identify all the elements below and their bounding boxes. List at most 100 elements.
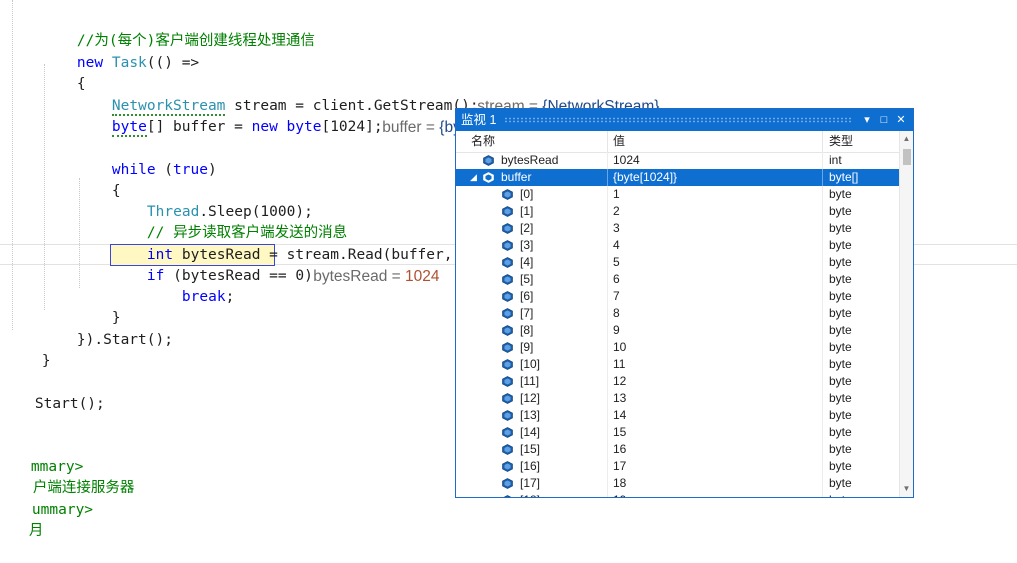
watch-row[interactable]: [8] 9 byte xyxy=(456,322,899,339)
code-line[interactable]: int bytesRead = stream.Read(buffer, 0, b xyxy=(112,224,496,263)
watch-type: byte xyxy=(829,221,852,235)
watch-value[interactable]: 16 xyxy=(613,441,626,458)
code-line[interactable]: } xyxy=(7,330,51,369)
code-line-current[interactable]: if (bytesRead == 0) xyxy=(112,245,313,284)
column-header-value[interactable]: 值 xyxy=(613,131,625,152)
watch-value[interactable]: 17 xyxy=(613,458,626,475)
watch-value[interactable]: 1 xyxy=(613,186,620,203)
watch-type: byte xyxy=(829,425,852,439)
watch-row[interactable]: [18] 19 byte xyxy=(456,492,899,497)
code-line[interactable]: new Task(() => xyxy=(42,32,199,71)
watch-type: byte[] xyxy=(829,170,859,184)
watch-row[interactable]: [6] 7 byte xyxy=(456,288,899,305)
cell-divider xyxy=(822,390,823,407)
watch-value[interactable]: 6 xyxy=(613,271,620,288)
watch-value[interactable]: 10 xyxy=(613,339,626,356)
code-line[interactable]: } xyxy=(77,287,121,326)
scrollbar-thumb[interactable] xyxy=(903,149,911,165)
column-header-name[interactable]: 名称 xyxy=(471,131,495,152)
field-icon xyxy=(483,155,494,166)
maximize-icon[interactable]: □ xyxy=(876,112,892,128)
watch-value[interactable]: 11 xyxy=(613,356,625,373)
code-line[interactable]: ummary> xyxy=(0,479,93,518)
watch-row[interactable]: [16] 17 byte xyxy=(456,458,899,475)
watch-row[interactable]: [17] 18 byte xyxy=(456,475,899,492)
watch-title-bar[interactable]: 监视 1 ▾ □ ✕ xyxy=(456,109,913,131)
datatip-bytesread[interactable]: bytesRead = 1024 xyxy=(296,245,439,285)
code-line[interactable]: { xyxy=(42,53,86,92)
code-line[interactable]: // 异步读取客户端发送的消息 xyxy=(112,202,347,241)
indent-guide xyxy=(12,0,13,330)
watch-name: [12] xyxy=(520,391,541,405)
vertical-scrollbar[interactable]: ▲ ▼ xyxy=(899,131,913,497)
watch-window[interactable]: 监视 1 ▾ □ ✕ 名称 值 类型 bytesRead 1024 int ◢ buff… xyxy=(455,108,914,498)
watch-value[interactable]: 15 xyxy=(613,424,626,441)
watch-row[interactable]: [11] 12 byte xyxy=(456,373,899,390)
code-line[interactable]: { xyxy=(77,160,121,199)
watch-value[interactable]: 19 xyxy=(613,492,626,497)
scroll-up-icon[interactable]: ▲ xyxy=(900,132,913,146)
watch-value[interactable]: {byte[1024]} xyxy=(613,169,677,186)
watch-row[interactable]: [3] 4 byte xyxy=(456,237,899,254)
watch-row[interactable]: [5] 6 byte xyxy=(456,271,899,288)
watch-row[interactable]: [9] 10 byte xyxy=(456,339,899,356)
close-icon[interactable]: ✕ xyxy=(893,112,909,128)
watch-row[interactable]: [10] 11 byte xyxy=(456,356,899,373)
watch-name: [2] xyxy=(520,221,534,235)
watch-type: byte xyxy=(829,289,852,303)
code-line[interactable]: Start(); xyxy=(0,373,105,412)
watch-value[interactable]: 9 xyxy=(613,322,620,339)
field-icon xyxy=(502,206,513,217)
expand-collapse-icon[interactable]: ◢ xyxy=(470,169,477,186)
code-line[interactable]: break; xyxy=(147,266,234,305)
code-line[interactable]: //为(每个)客户端创建线程处理通信 xyxy=(42,10,315,49)
column-divider[interactable] xyxy=(607,131,608,152)
watch-name: [17] xyxy=(520,476,541,490)
code-line[interactable]: NetworkStream stream = client.GetStream(… xyxy=(77,75,479,116)
watch-value[interactable]: 12 xyxy=(613,373,626,390)
watch-value[interactable]: 1024 xyxy=(613,152,640,169)
watch-row[interactable]: [7] 8 byte xyxy=(456,305,899,322)
field-icon xyxy=(502,444,513,455)
watch-value[interactable]: 5 xyxy=(613,254,620,271)
watch-value[interactable]: 14 xyxy=(613,407,626,424)
watch-value[interactable]: 4 xyxy=(613,237,620,254)
cell-divider xyxy=(822,475,823,492)
code-line[interactable]: mmary> xyxy=(0,436,83,475)
code-line[interactable]: while (true) xyxy=(77,139,217,178)
cell-divider xyxy=(822,288,823,305)
watch-row[interactable]: [1] 2 byte xyxy=(456,203,899,220)
datatip-stream[interactable]: stream = {NetworkStream} xyxy=(460,75,659,115)
watch-row[interactable]: [0] 1 byte xyxy=(456,186,899,203)
watch-value[interactable]: 13 xyxy=(613,390,626,407)
watch-row[interactable]: [2] 3 byte xyxy=(456,220,899,237)
watch-row[interactable]: [15] 16 byte xyxy=(456,441,899,458)
watch-value[interactable]: 2 xyxy=(613,203,620,220)
watch-row[interactable]: [4] 5 byte xyxy=(456,254,899,271)
watch-row[interactable]: [13] 14 byte xyxy=(456,407,899,424)
cell-divider xyxy=(822,424,823,441)
watch-row[interactable]: [14] 15 byte xyxy=(456,424,899,441)
code-line[interactable]: byte[] buffer = new byte[1024]; xyxy=(77,96,383,137)
field-icon xyxy=(502,240,513,251)
watch-value[interactable]: 7 xyxy=(613,288,620,305)
watch-value[interactable]: 3 xyxy=(613,220,620,237)
watch-column-header: 名称 值 类型 xyxy=(456,131,899,153)
watch-row[interactable]: ◢ buffer {byte[1024]} byte[] xyxy=(456,169,899,186)
code-line[interactable]: 月 xyxy=(0,500,44,539)
window-position-dropdown-icon[interactable]: ▾ xyxy=(859,112,875,128)
scroll-down-icon[interactable]: ▼ xyxy=(900,482,913,496)
code-line[interactable]: 户端连接服务器 xyxy=(0,457,135,496)
code-text: ( xyxy=(155,162,174,178)
watch-row[interactable]: [12] 13 byte xyxy=(456,390,899,407)
column-divider[interactable] xyxy=(822,131,823,152)
column-header-type[interactable]: 类型 xyxy=(829,131,853,152)
code-text: [] buffer = xyxy=(146,119,252,135)
watch-value[interactable]: 8 xyxy=(613,305,620,322)
watch-value[interactable]: 18 xyxy=(613,475,626,492)
watch-rows[interactable]: bytesRead 1024 int ◢ buffer {byte[1024]} byte[… xyxy=(456,152,899,497)
watch-row[interactable]: bytesRead 1024 int xyxy=(456,152,899,169)
code-text: } xyxy=(41,353,51,369)
code-line[interactable]: Thread.Sleep(1000); xyxy=(112,181,313,220)
code-line[interactable]: }).Start(); xyxy=(42,309,173,348)
